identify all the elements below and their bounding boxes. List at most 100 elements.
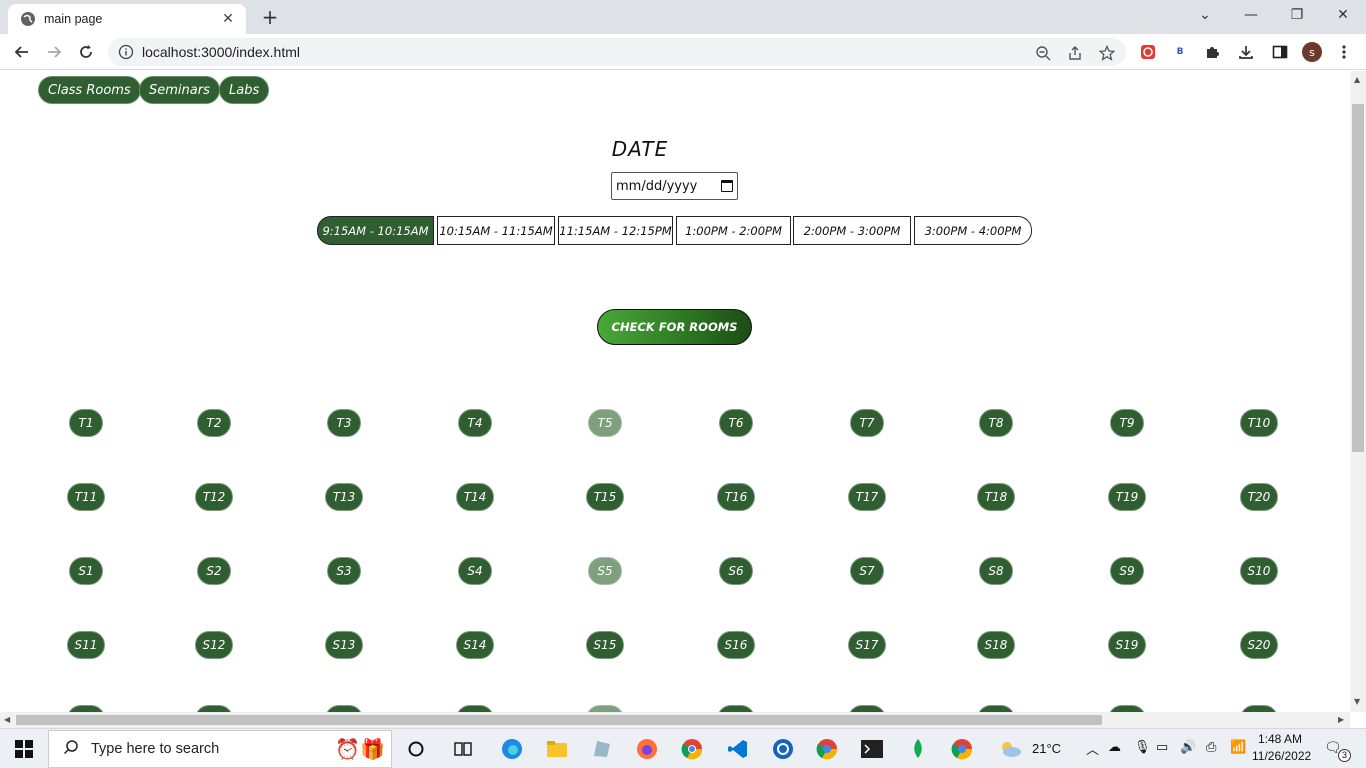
horizontal-scroll-thumb[interactable]: [16, 715, 1102, 725]
vertical-scroll-thumb[interactable]: [1352, 104, 1364, 452]
room-button-s14[interactable]: S14: [456, 631, 494, 659]
room-button-t3[interactable]: T3: [327, 409, 361, 437]
weather-icon[interactable]: [998, 737, 1022, 761]
app-icon[interactable]: [590, 737, 614, 761]
room-button-t9[interactable]: T9: [1110, 409, 1144, 437]
room-button-s3[interactable]: S3: [327, 557, 361, 585]
clock-time[interactable]: 1:48 AM: [1258, 732, 1302, 746]
room-button-partial[interactable]: [977, 705, 1015, 712]
room-button-s4[interactable]: S4: [458, 557, 492, 585]
room-button-t17[interactable]: T17: [848, 483, 886, 511]
chrome-window-icon[interactable]: [950, 737, 974, 761]
room-button-s18[interactable]: S18: [977, 631, 1015, 659]
room-button-t15[interactable]: T15: [586, 483, 624, 511]
room-button-t11[interactable]: T11: [67, 483, 105, 511]
room-button-partial[interactable]: [717, 705, 755, 712]
room-button-t8[interactable]: T8: [979, 409, 1013, 437]
room-button-s1[interactable]: S1: [69, 557, 103, 585]
volume-icon[interactable]: 🔊: [1180, 739, 1196, 755]
check-for-rooms-button[interactable]: CHECK FOR ROOMS: [597, 309, 752, 345]
room-button-s12[interactable]: S12: [195, 631, 233, 659]
cursor-app-icon[interactable]: [771, 737, 795, 761]
side-panel-icon[interactable]: [1270, 42, 1290, 62]
room-button-t1[interactable]: T1: [69, 409, 103, 437]
cortana-icon[interactable]: [404, 737, 428, 761]
firefox-icon[interactable]: [635, 737, 659, 761]
room-button-t19[interactable]: T19: [1108, 483, 1146, 511]
room-button-s19[interactable]: S19: [1108, 631, 1146, 659]
extension-red-icon[interactable]: [1138, 42, 1158, 62]
scroll-down-arrow-icon[interactable]: ▼: [1354, 697, 1360, 706]
browser-tab[interactable]: main page ✕: [8, 4, 246, 34]
room-button-t16[interactable]: T16: [717, 483, 755, 511]
chrome-icon[interactable]: [680, 737, 704, 761]
zoom-icon[interactable]: [1034, 44, 1052, 62]
chrome-profile-icon[interactable]: [815, 737, 839, 761]
device-icon[interactable]: ⎙: [1206, 739, 1216, 755]
time-slot-button[interactable]: 3:00PM - 4:00PM: [914, 216, 1032, 245]
room-button-partial[interactable]: [1108, 705, 1146, 712]
time-slot-button[interactable]: 9:15AM - 10:15AM: [317, 216, 434, 245]
profile-avatar[interactable]: s: [1302, 42, 1322, 62]
room-button-t18[interactable]: T18: [977, 483, 1015, 511]
room-button-s8[interactable]: S8: [979, 557, 1013, 585]
tray-chevron-icon[interactable]: ︿: [1086, 739, 1099, 758]
extensions-puzzle-icon[interactable]: [1202, 42, 1222, 62]
browser-menu-icon[interactable]: [1334, 42, 1354, 62]
horizontal-scrollbar[interactable]: ◀ ▶: [0, 712, 1350, 728]
room-button-t6[interactable]: T6: [719, 409, 753, 437]
time-slot-button[interactable]: 10:15AM - 11:15AM: [437, 216, 555, 245]
restore-button[interactable]: ❐: [1274, 0, 1320, 30]
room-button-s20[interactable]: S20: [1240, 631, 1278, 659]
terminal-icon[interactable]: [860, 737, 884, 761]
windows-start-icon[interactable]: [12, 737, 36, 761]
minimize-button[interactable]: —: [1228, 0, 1274, 30]
bookmark-star-icon[interactable]: [1098, 44, 1116, 62]
task-view-icon[interactable]: [451, 737, 475, 761]
vertical-scrollbar[interactable]: ▲ ▼: [1350, 71, 1366, 712]
room-button-partial[interactable]: [1240, 705, 1278, 712]
download-icon[interactable]: [1236, 42, 1256, 62]
nav-class-rooms[interactable]: Class Rooms: [38, 76, 141, 104]
back-button[interactable]: [8, 38, 36, 66]
room-button-t2[interactable]: T2: [197, 409, 231, 437]
room-button-partial[interactable]: [456, 705, 494, 712]
edge-icon[interactable]: [500, 737, 524, 761]
reload-button[interactable]: [72, 38, 100, 66]
time-slot-button[interactable]: 2:00PM - 3:00PM: [793, 216, 911, 245]
scroll-right-arrow-icon[interactable]: ▶: [1338, 715, 1344, 724]
room-button-t4[interactable]: T4: [458, 409, 492, 437]
room-button-s2[interactable]: S2: [197, 557, 231, 585]
room-button-partial[interactable]: [848, 705, 886, 712]
room-button-t13[interactable]: T13: [325, 483, 363, 511]
room-button-s5[interactable]: S5: [588, 557, 622, 585]
room-button-s16[interactable]: S16: [717, 631, 755, 659]
room-button-s17[interactable]: S17: [848, 631, 886, 659]
room-button-partial[interactable]: [67, 705, 105, 712]
onedrive-icon[interactable]: ☁: [1108, 739, 1121, 755]
room-button-partial[interactable]: [325, 705, 363, 712]
time-slot-button[interactable]: 1:00PM - 2:00PM: [676, 216, 791, 245]
room-button-s15[interactable]: S15: [586, 631, 624, 659]
window-close-button[interactable]: ✕: [1320, 0, 1366, 30]
room-button-s13[interactable]: S13: [325, 631, 363, 659]
room-button-t12[interactable]: T12: [195, 483, 233, 511]
scroll-up-arrow-icon[interactable]: ▲: [1354, 75, 1360, 84]
file-explorer-icon[interactable]: [545, 737, 569, 761]
tab-search-icon[interactable]: ⌄: [1182, 0, 1228, 30]
room-button-s11[interactable]: S11: [67, 631, 105, 659]
vscode-icon[interactable]: [726, 737, 750, 761]
room-button-s10[interactable]: S10: [1240, 557, 1278, 585]
microphone-icon[interactable]: 🎙: [1134, 739, 1151, 755]
room-button-t20[interactable]: T20: [1240, 483, 1278, 511]
new-tab-button[interactable]: +: [258, 6, 282, 30]
battery-icon[interactable]: ▭: [1156, 739, 1168, 755]
taskbar-search[interactable]: Type here to search ⏰🎁: [48, 730, 392, 768]
room-button-t14[interactable]: T14: [456, 483, 494, 511]
room-button-s9[interactable]: S9: [1110, 557, 1144, 585]
nav-seminars[interactable]: Seminars: [139, 76, 220, 104]
room-button-partial[interactable]: [586, 705, 624, 712]
extension-b-icon[interactable]: B: [1170, 42, 1190, 62]
room-button-s6[interactable]: S6: [719, 557, 753, 585]
calendar-icon[interactable]: [721, 180, 733, 192]
